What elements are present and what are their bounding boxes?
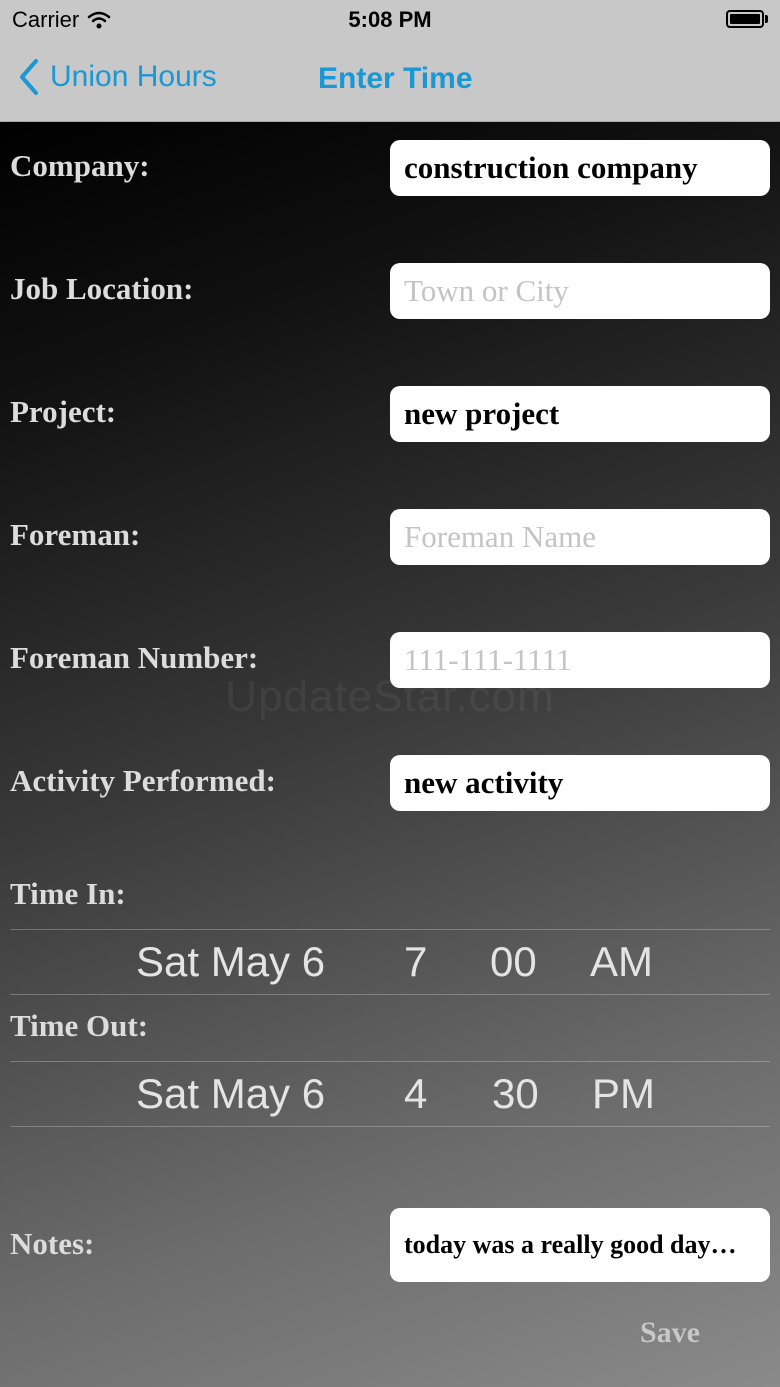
foreman-label: Foreman: [10, 517, 141, 552]
chevron-left-icon [20, 59, 38, 95]
time-out-label: Time Out: [10, 1008, 149, 1043]
time-in-hour[interactable]: 7 [404, 938, 427, 986]
time-out-minute[interactable]: 30 [492, 1070, 539, 1118]
time-in-label: Time In: [10, 876, 126, 911]
time-out-ampm[interactable]: PM [592, 1070, 655, 1118]
notes-field[interactable]: today was a really good day… [390, 1208, 770, 1282]
back-button-label: Union Hours [50, 60, 217, 93]
watermark: UpdateStar.com [225, 672, 555, 721]
status-bar: Carrier 5:08 PM [0, 0, 780, 40]
activity-label: Activity Performed: [10, 763, 276, 798]
time-out-hour[interactable]: 4 [404, 1070, 427, 1118]
time-in-date[interactable]: Sat May 6 [136, 938, 325, 986]
back-button[interactable]: Union Hours [18, 58, 217, 96]
time-out-picker[interactable]: Sat May 6 4 30 PM [0, 1062, 780, 1126]
battery-icon [726, 10, 768, 28]
company-label: Company: [10, 148, 150, 183]
save-button[interactable]: Save [640, 1316, 700, 1350]
foreman-field[interactable]: Foreman Name [390, 509, 770, 565]
project-field[interactable]: new project [390, 386, 770, 442]
time-out-date[interactable]: Sat May 6 [136, 1070, 325, 1118]
time-in-ampm[interactable]: AM [590, 938, 653, 986]
job-location-label: Job Location: [10, 271, 194, 306]
activity-field[interactable]: new activity [390, 755, 770, 811]
divider [10, 1126, 770, 1127]
divider [10, 994, 770, 995]
navigation-bar: Union Hours Enter Time [0, 40, 780, 122]
time-in-picker[interactable]: Sat May 6 7 00 AM [0, 930, 780, 994]
job-location-field[interactable]: Town or City [390, 263, 770, 319]
time-in-minute[interactable]: 00 [490, 938, 537, 986]
foreman-number-label: Foreman Number: [10, 640, 259, 675]
page-title: Enter Time [318, 62, 473, 95]
status-time: 5:08 PM [348, 7, 432, 32]
notes-label: Notes: [10, 1226, 95, 1261]
project-label: Project: [10, 394, 117, 429]
company-field[interactable]: construction company [390, 140, 770, 196]
